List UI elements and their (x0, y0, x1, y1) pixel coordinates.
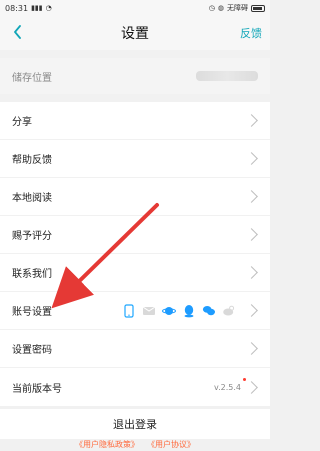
status-bar: 08:31 ▮▮▮ ◔ ◷ ◍ 无障碍 (0, 0, 270, 16)
settings-list: 分享 帮助反馈 本地阅读 赐予评分 联系我们 账号设置 设置密码 当前版本号 v… (0, 102, 270, 406)
back-button[interactable] (8, 22, 28, 42)
signal-icon: ▮▮▮ (31, 4, 43, 12)
alarm-icon: ◷ (208, 4, 215, 12)
storage-location-row[interactable]: 储存位置 (0, 58, 270, 94)
storage-location-label: 储存位置 (12, 72, 52, 84)
weibo-icon (222, 304, 236, 318)
contact-us-row[interactable]: 联系我们 (0, 254, 270, 292)
chevron-right-icon (245, 342, 258, 355)
chevron-right-icon (245, 190, 258, 203)
footer-links: 《用户隐私政策》 《用户协议》 (0, 439, 270, 451)
mail-icon (142, 304, 156, 318)
qq-icon (182, 304, 196, 318)
rate-app-label: 赐予评分 (12, 231, 52, 242)
set-password-row[interactable]: 设置密码 (0, 330, 270, 368)
current-version-label: 当前版本号 (12, 383, 62, 395)
chevron-right-icon (245, 304, 258, 317)
update-badge-dot (243, 378, 246, 381)
mute-icon: ◍ (217, 4, 224, 12)
wifi-icon: ◔ (45, 4, 52, 12)
privacy-policy-link[interactable]: 《用户隐私政策》 (75, 439, 139, 451)
logout-button[interactable]: 退出登录 (0, 409, 270, 439)
account-settings-row[interactable]: 账号设置 (0, 292, 270, 330)
accessibility-label: 无障碍 (227, 4, 248, 12)
battery-icon (251, 4, 265, 12)
storage-location-value-blurred (196, 71, 258, 81)
rate-app-row[interactable]: 赐予评分 (0, 216, 270, 254)
share-row[interactable]: 分享 (0, 102, 270, 140)
user-agreement-link[interactable]: 《用户协议》 (147, 439, 195, 451)
feedback-button[interactable]: 反馈 (240, 25, 262, 41)
wechat-icon (202, 304, 216, 318)
chevron-right-icon (245, 114, 258, 127)
status-left: 08:31 ▮▮▮ ◔ (5, 4, 52, 13)
current-version-value: v.2.5.4 (213, 382, 241, 392)
local-reading-label: 本地阅读 (12, 193, 52, 204)
current-version-row[interactable]: 当前版本号 v.2.5.4 (0, 368, 270, 406)
chevron-right-icon (245, 228, 258, 241)
planet-icon (162, 304, 176, 318)
chevron-right-icon (245, 380, 258, 394)
contact-us-label: 联系我们 (12, 269, 52, 280)
set-password-label: 设置密码 (12, 345, 52, 356)
account-settings-label: 账号设置 (12, 307, 52, 318)
status-time: 08:31 (5, 3, 29, 13)
bound-accounts-icons (122, 304, 236, 318)
help-feedback-label: 帮助反馈 (12, 155, 52, 166)
chevron-right-icon (245, 266, 258, 279)
back-icon (14, 25, 21, 39)
version-wrap: v.2.5.4 (213, 380, 258, 394)
chevron-right-icon (245, 152, 258, 165)
local-reading-row[interactable]: 本地阅读 (0, 178, 270, 216)
phone-icon (122, 304, 136, 318)
status-right: ◷ ◍ 无障碍 (209, 3, 265, 13)
page-title: 设置 (121, 26, 149, 42)
share-label: 分享 (12, 117, 32, 128)
help-feedback-row[interactable]: 帮助反馈 (0, 140, 270, 178)
top-header: 设置 反馈 (0, 16, 270, 50)
